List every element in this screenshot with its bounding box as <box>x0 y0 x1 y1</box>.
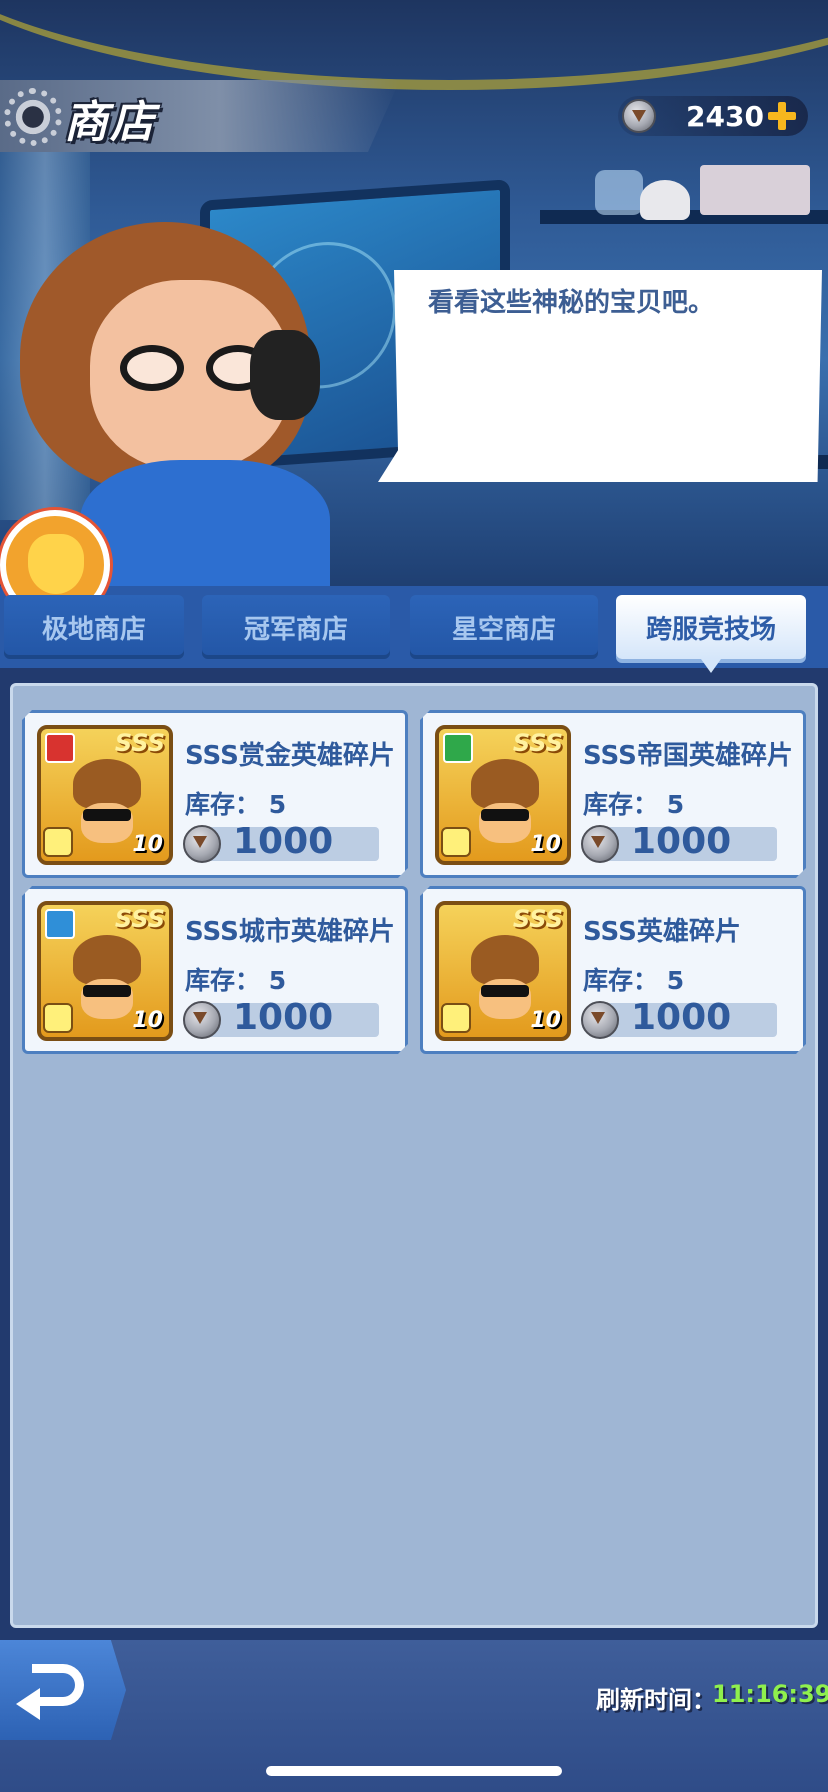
item-price: 1000 <box>631 997 732 1038</box>
hero-portrait-icon <box>69 759 145 843</box>
arena-coin-icon <box>183 825 221 863</box>
tab-starry-shop[interactable]: 星空商店 <box>410 595 598 659</box>
puzzle-piece-icon <box>43 827 73 857</box>
item-thumbnail: SSS 10 <box>37 725 173 865</box>
tab-polar-shop[interactable]: 极地商店 <box>4 595 184 659</box>
speech-text: 看看这些神秘的宝贝吧。 <box>428 288 715 318</box>
item-stock: 库存： 5 <box>185 790 287 819</box>
refresh-countdown: 11:16:39 <box>712 1680 828 1708</box>
npc-glove <box>250 330 320 420</box>
shop-item-card[interactable]: SSS 10 SSS帝国英雄碎片 库存： 5 1000 <box>420 710 806 878</box>
ceiling-arc <box>0 0 828 90</box>
hero-portrait-icon <box>467 759 543 843</box>
item-price: 1000 <box>233 997 334 1038</box>
puzzle-piece-icon <box>441 1003 471 1033</box>
hero-portrait-icon <box>69 935 145 1019</box>
lab-jar <box>595 170 643 215</box>
item-price: 1000 <box>631 821 732 862</box>
item-stock: 库存： 5 <box>583 966 685 995</box>
plus-icon[interactable] <box>768 102 796 130</box>
grade-badge: SSS <box>512 905 563 933</box>
item-thumbnail: SSS 10 <box>37 901 173 1041</box>
item-price: 1000 <box>233 821 334 862</box>
arena-coin-icon <box>581 1001 619 1039</box>
page-title: 商店 <box>64 97 156 148</box>
shop-item-card[interactable]: SSS 10 SSS城市英雄碎片 库存： 5 1000 <box>22 886 408 1054</box>
arena-coin-icon <box>183 1001 221 1039</box>
item-name: SSS英雄碎片 <box>583 917 741 947</box>
grade-badge: SSS <box>114 905 165 933</box>
tab-cross-server-arena[interactable]: 跨服竞技场 <box>616 595 806 673</box>
currency-amount: 2430 <box>686 100 764 133</box>
quantity-badge: 10 <box>530 832 561 857</box>
back-arrow-icon[interactable] <box>14 1658 94 1722</box>
puzzle-piece-icon <box>441 827 471 857</box>
item-name: SSS帝国英雄碎片 <box>583 741 793 771</box>
item-name: SSS城市英雄碎片 <box>185 917 395 947</box>
arena-coin-icon <box>622 99 656 133</box>
shop-item-card[interactable]: SSS 10 SSS赏金英雄碎片 库存： 5 1000 <box>22 710 408 878</box>
quantity-badge: 10 <box>132 1008 163 1033</box>
refresh-label: 刷新时间： <box>596 1686 716 1714</box>
mascot-icon <box>28 534 84 594</box>
grade-badge: SSS <box>114 729 165 757</box>
currency-display[interactable]: 2430 <box>618 96 808 136</box>
item-thumbnail: SSS 10 <box>435 725 571 865</box>
lab-device <box>640 180 690 220</box>
puzzle-piece-icon <box>43 1003 73 1033</box>
item-stock: 库存： 5 <box>185 966 287 995</box>
quantity-badge: 10 <box>530 1008 561 1033</box>
quantity-badge: 10 <box>132 832 163 857</box>
lab-box <box>700 165 810 215</box>
item-stock: 库存： 5 <box>583 790 685 819</box>
shop-item-card[interactable]: SSS 10 SSS英雄碎片 库存： 5 1000 <box>420 886 806 1054</box>
item-thumbnail: SSS 10 <box>435 901 571 1041</box>
hero-portrait-icon <box>467 935 543 1019</box>
tab-champion-shop[interactable]: 冠军商店 <box>202 595 390 659</box>
item-name: SSS赏金英雄碎片 <box>185 741 395 771</box>
home-indicator[interactable] <box>266 1766 562 1776</box>
grade-badge: SSS <box>512 729 563 757</box>
gear-icon <box>4 88 62 146</box>
arena-coin-icon <box>581 825 619 863</box>
